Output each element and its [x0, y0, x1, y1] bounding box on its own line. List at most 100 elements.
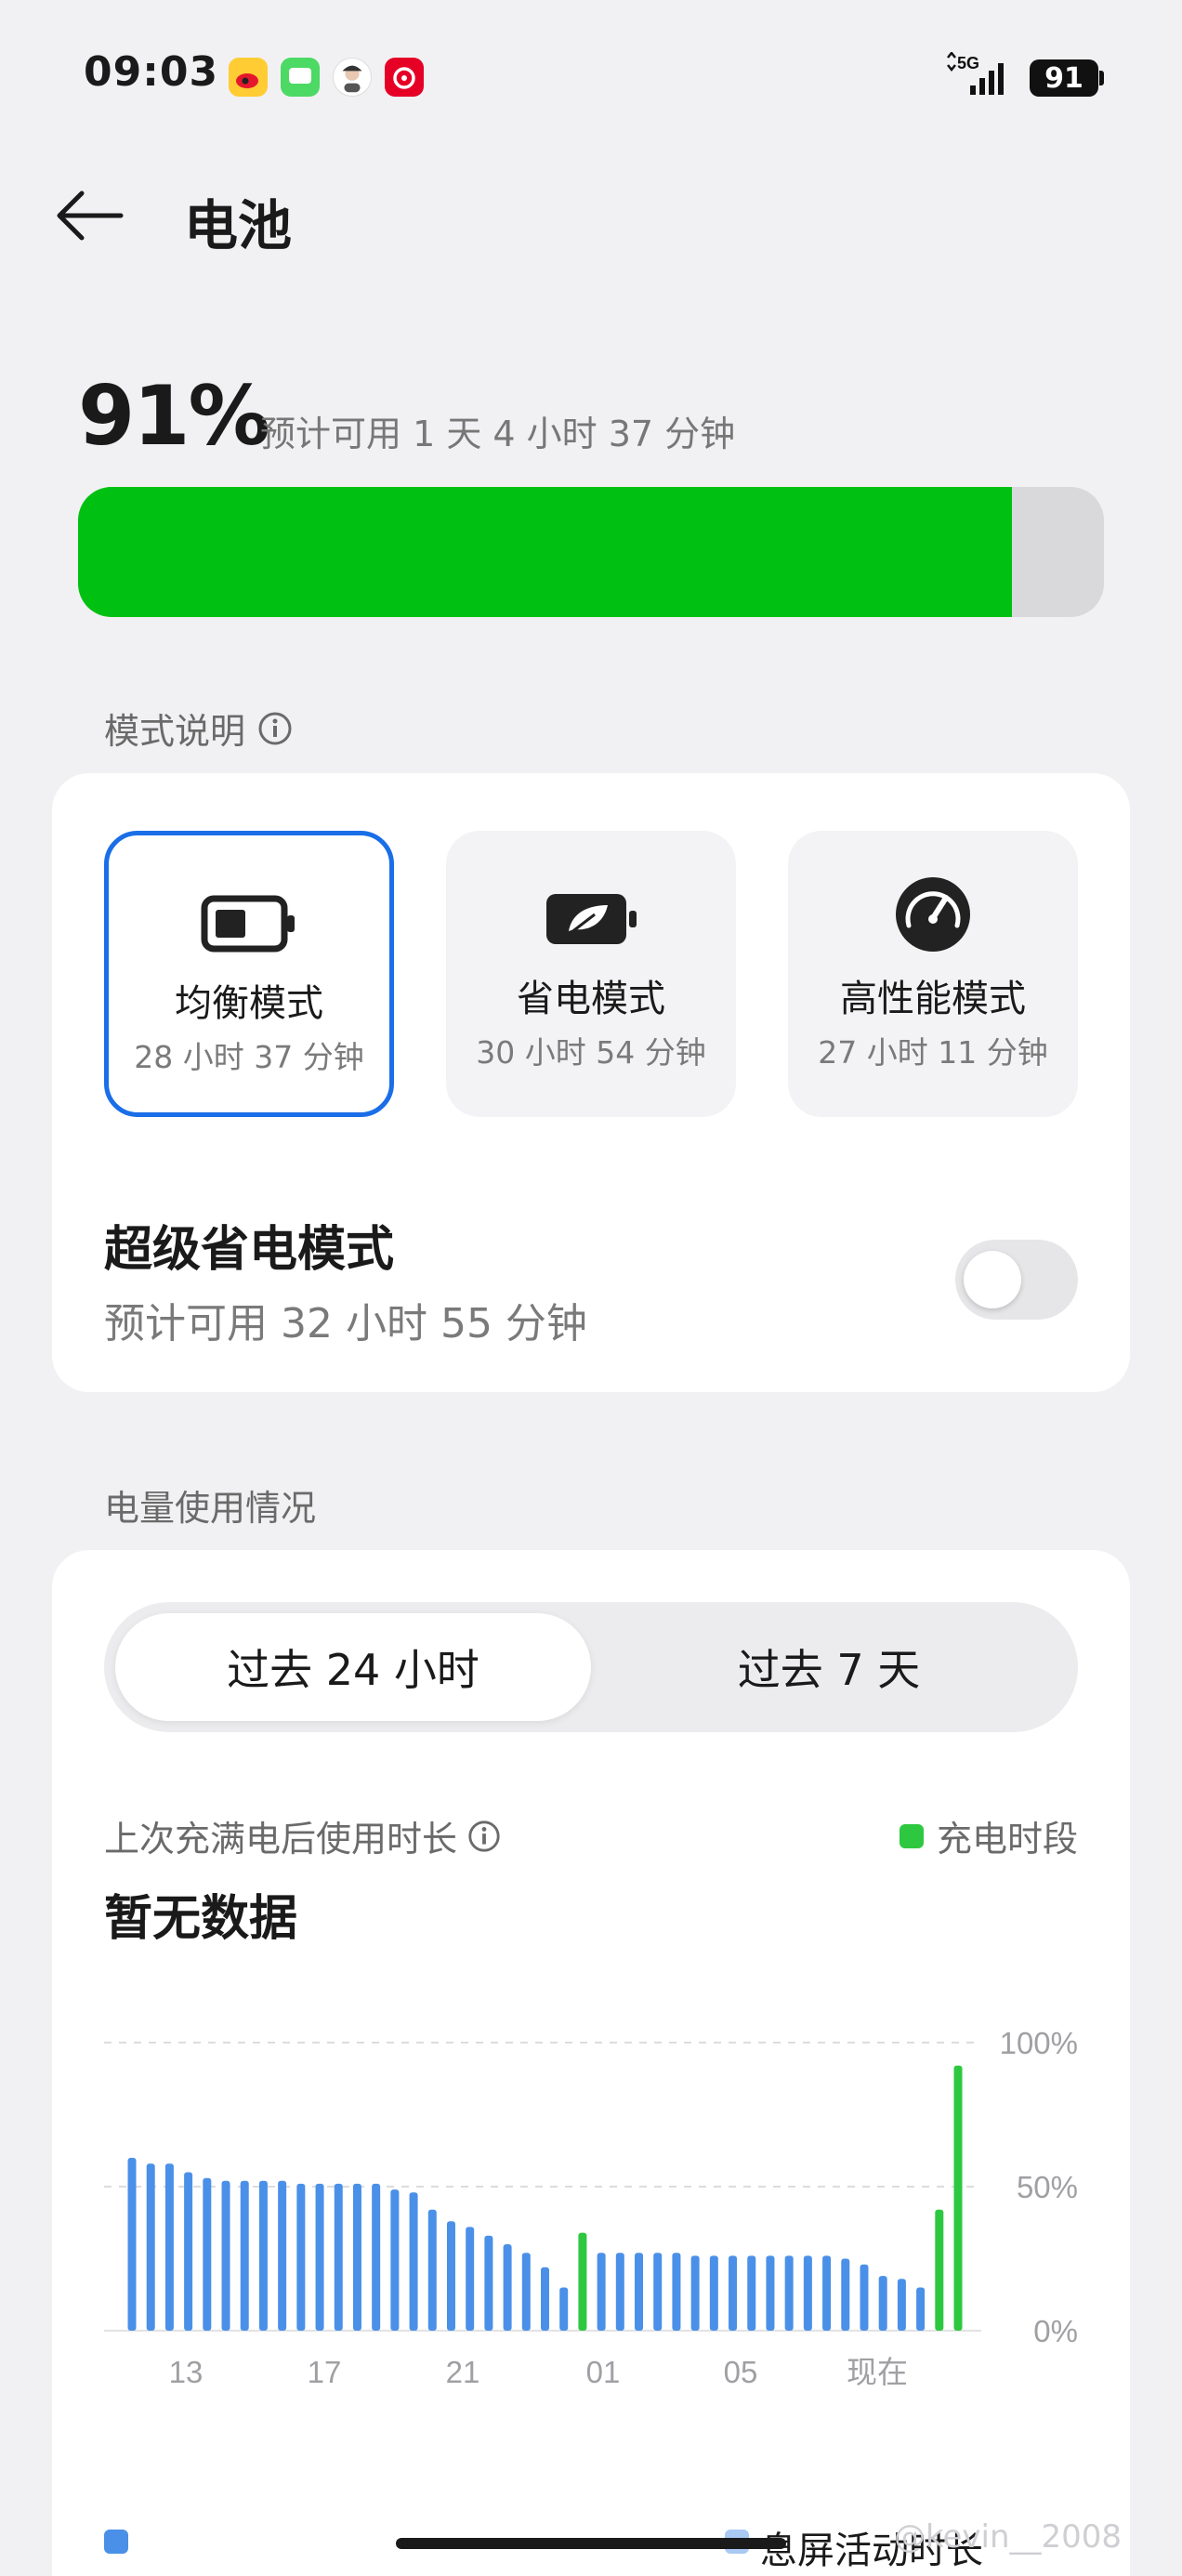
usage-bar — [127, 2158, 137, 2331]
usage-bar — [635, 2253, 644, 2331]
usage-bar — [427, 2209, 437, 2331]
super-saver-toggle[interactable] — [955, 1240, 1078, 1320]
avatar-icon — [333, 58, 372, 97]
mode-section-label: 模式说明 — [104, 711, 246, 752]
super-saver-title: 超级省电模式 — [104, 1222, 395, 1278]
usage-bar — [653, 2253, 663, 2331]
battery-estimate: 预计可用 1 天 4 小时 37 分钟 — [260, 414, 736, 454]
usage-bar — [278, 2180, 287, 2331]
mode-name: 省电模式 — [517, 978, 665, 1020]
usage-bar — [822, 2255, 832, 2331]
charging-bar — [935, 2209, 944, 2331]
screen-on-legend-swatch — [104, 2530, 128, 2554]
home-indicator[interactable] — [396, 2538, 786, 2549]
usage-bar — [521, 2253, 531, 2331]
usage-bar — [766, 2255, 775, 2331]
usage-bar — [409, 2192, 418, 2331]
battery-icon — [201, 893, 297, 954]
usage-bar — [484, 2235, 493, 2331]
battery-level-bar — [78, 487, 1104, 617]
network-5g-icon: 5G — [942, 50, 1017, 102]
info-icon[interactable] — [256, 710, 294, 747]
leaf-battery-icon — [543, 888, 639, 950]
battery-nub — [1099, 71, 1104, 85]
info-icon[interactable] — [466, 1819, 502, 1854]
usage-bar — [146, 2163, 155, 2331]
usage-bar — [615, 2253, 624, 2331]
battery-usage-chart[interactable]: 100% 50% 0% 13 17 21 01 05 现在 — [52, 2015, 1130, 2405]
battery-level-fill — [78, 487, 1012, 617]
since-full-charge-label[interactable]: 上次充满电后使用时长 — [104, 1810, 502, 1861]
x-tick-label: 17 — [308, 2355, 342, 2389]
charging-legend-label: 充电时段 — [936, 1819, 1078, 1860]
x-tick-label: 01 — [586, 2355, 621, 2389]
charging-bar — [578, 2232, 587, 2331]
usage-bar — [916, 2287, 926, 2331]
charging-bar — [953, 2065, 963, 2331]
x-tick-label: 13 — [169, 2355, 204, 2389]
tab-past-7-days[interactable]: 过去 7 天 — [591, 1613, 1067, 1721]
usage-bar — [315, 2183, 324, 2331]
messages-icon — [281, 58, 320, 97]
x-tick-label: 05 — [724, 2355, 758, 2389]
usage-bar — [466, 2227, 475, 2331]
mode-tile-performance[interactable]: 高性能模式 27 小时 11 分钟 — [788, 831, 1078, 1117]
battery-status-level: 91 — [1044, 61, 1084, 95]
super-saver-estimate: 预计可用 32 小时 55 分钟 — [104, 1300, 587, 1347]
usage-bar — [878, 2276, 887, 2331]
usage-bar — [240, 2180, 249, 2331]
usage-bar — [164, 2163, 174, 2331]
weibo-icon — [229, 58, 268, 97]
page-title: 电池 — [184, 194, 293, 257]
mode-tile-power-saving[interactable]: 省电模式 30 小时 54 分钟 — [446, 831, 736, 1117]
usage-bar — [860, 2264, 869, 2331]
usage-bar — [184, 2172, 193, 2331]
y-tick-label: 50% — [1017, 2170, 1078, 2204]
usage-bar — [203, 2177, 212, 2331]
mode-time: 30 小时 54 分钟 — [476, 1034, 706, 1071]
y-tick-label: 0% — [1033, 2314, 1078, 2348]
usage-bar — [503, 2244, 512, 2331]
since-full-charge-text: 上次充满电后使用时长 — [104, 1819, 458, 1860]
svg-text:5G: 5G — [957, 54, 979, 72]
usage-bar — [841, 2258, 850, 2331]
mode-time: 28 小时 37 分钟 — [134, 1039, 364, 1075]
battery-status-icon: 91 — [1030, 59, 1098, 97]
usage-bar — [597, 2253, 606, 2331]
usage-section-title: 电量使用情况 — [104, 1488, 317, 1529]
usage-bar — [897, 2279, 906, 2331]
battery-percent: 91% — [78, 368, 270, 464]
y-tick-label: 100% — [1000, 2026, 1078, 2060]
usage-bar — [803, 2255, 812, 2331]
usage-bar — [221, 2180, 230, 2331]
no-data-text: 暂无数据 — [104, 1891, 298, 1947]
usage-bar — [352, 2183, 361, 2331]
mode-section-title[interactable]: 模式说明 — [104, 703, 294, 754]
usage-card: 过去 24 小时 过去 7 天 上次充满电后使用时长 充电时段 暂无数据 100… — [52, 1550, 1130, 2576]
speedometer-icon — [893, 877, 973, 952]
period-tabs: 过去 24 小时 过去 7 天 — [104, 1602, 1078, 1732]
usage-bar — [334, 2183, 343, 2331]
usage-bar — [390, 2189, 400, 2331]
usage-bar — [541, 2267, 549, 2331]
x-tick-label: 现在 — [847, 2355, 908, 2389]
usage-bar — [446, 2221, 455, 2331]
netease-music-icon — [385, 58, 424, 97]
usage-bar — [690, 2255, 700, 2331]
mode-tile-balanced[interactable]: 均衡模式 28 小时 37 分钟 — [104, 831, 394, 1117]
tab-past-24-hours[interactable]: 过去 24 小时 — [115, 1613, 591, 1721]
usage-bar — [372, 2183, 381, 2331]
back-button[interactable] — [54, 182, 132, 249]
toggle-knob — [964, 1251, 1021, 1308]
usage-bar — [672, 2253, 681, 2331]
usage-bar — [559, 2287, 569, 2331]
watermark: @kevin__2008 — [894, 2518, 1123, 2556]
usage-bar — [709, 2255, 718, 2331]
arrow-left-icon — [57, 191, 124, 241]
charging-legend-swatch — [899, 1823, 924, 1848]
mode-card: 均衡模式 28 小时 37 分钟 省电模式 30 小时 54 分钟 高性能模式 … — [52, 773, 1130, 1392]
mode-name: 均衡模式 — [175, 982, 323, 1025]
usage-bar — [258, 2180, 268, 2331]
usage-bar — [729, 2255, 738, 2331]
x-tick-label: 21 — [446, 2355, 480, 2389]
